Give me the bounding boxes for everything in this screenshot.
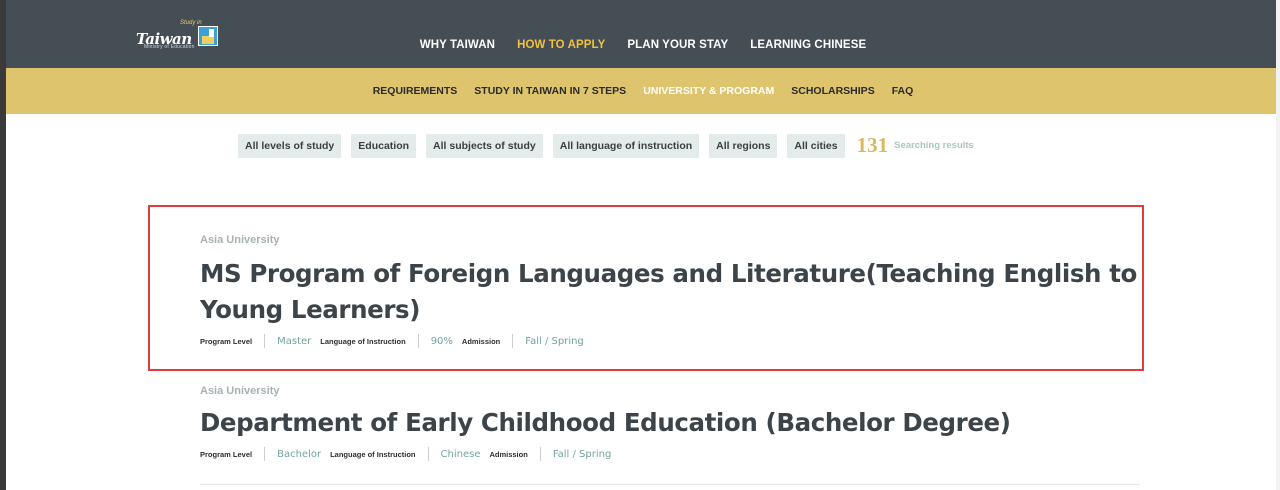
program-level-value: Master xyxy=(277,335,312,347)
nav-how-to-apply[interactable]: HOW TO APPLY xyxy=(517,39,605,51)
meta-divider xyxy=(539,447,541,461)
window-right-edge xyxy=(1276,0,1280,490)
program-level-label: Program Level xyxy=(200,449,253,459)
result-count: 131 xyxy=(856,133,889,157)
meta-divider xyxy=(427,447,429,461)
program-meta: Program Level Master Language of Instruc… xyxy=(200,334,1140,348)
language-value: 90% xyxy=(430,335,453,347)
filter-city[interactable]: All cities xyxy=(787,133,845,158)
language-label: Language of Instruction xyxy=(320,336,406,346)
program-level-value: Bachelor xyxy=(277,448,322,460)
program-level-label: Program Level xyxy=(200,336,253,346)
language-label: Language of Instruction xyxy=(330,449,416,459)
search-filters: All levels of study Education All subjec… xyxy=(238,133,974,158)
nav-plan-your-stay[interactable]: PLAN YOUR STAY xyxy=(627,39,728,51)
filter-subject[interactable]: All subjects of study xyxy=(426,133,543,158)
university-name[interactable]: Asia University xyxy=(200,385,1140,397)
university-name[interactable]: Asia University xyxy=(200,234,1140,246)
program-item: Asia University MS Program of Foreign La… xyxy=(200,234,1140,348)
subnav-university-program[interactable]: UNIVERSITY & PROGRAM xyxy=(643,85,774,97)
main-nav: WHY TAIWAN HOW TO APPLY PLAN YOUR STAY L… xyxy=(6,39,1276,51)
filter-field[interactable]: Education xyxy=(351,133,417,158)
nav-why-taiwan[interactable]: WHY TAIWAN xyxy=(420,39,495,51)
filter-level[interactable]: All levels of study xyxy=(238,133,342,158)
subnav-7-steps[interactable]: STUDY IN TAIWAN IN 7 STEPS xyxy=(474,85,626,97)
program-title[interactable]: Department of Early Childhood Education … xyxy=(200,405,1140,441)
admission-value: Fall / Spring xyxy=(525,335,584,347)
meta-divider xyxy=(512,334,514,348)
program-title[interactable]: MS Program of Foreign Languages and Lite… xyxy=(200,256,1140,328)
admission-label: Admission xyxy=(489,449,528,459)
admission-value: Fall / Spring xyxy=(552,448,612,460)
language-value: Chinese xyxy=(440,448,481,460)
filter-region[interactable]: All regions xyxy=(709,133,778,158)
subnav-requirements[interactable]: REQUIREMENTS xyxy=(373,85,458,97)
result-label: Searching results xyxy=(894,140,974,151)
subnav-scholarships[interactable]: SCHOLARSHIPS xyxy=(791,85,874,97)
top-navigation-bar: Study in Taiwan Ministry of Education WH… xyxy=(6,0,1276,68)
filter-language[interactable]: All language of instruction xyxy=(552,133,700,158)
admission-label: Admission xyxy=(461,336,501,346)
subnav-faq[interactable]: FAQ xyxy=(892,85,914,97)
nav-learning-chinese[interactable]: LEARNING CHINESE xyxy=(750,39,866,51)
meta-divider xyxy=(417,334,419,348)
program-meta: Program Level Bachelor Language of Instr… xyxy=(200,447,1140,461)
meta-divider xyxy=(264,447,266,461)
list-divider xyxy=(200,484,1140,485)
sub-navigation-bar: REQUIREMENTS STUDY IN TAIWAN IN 7 STEPS … xyxy=(6,68,1276,114)
program-item: Asia University Department of Early Chil… xyxy=(200,385,1140,461)
meta-divider xyxy=(264,334,266,348)
